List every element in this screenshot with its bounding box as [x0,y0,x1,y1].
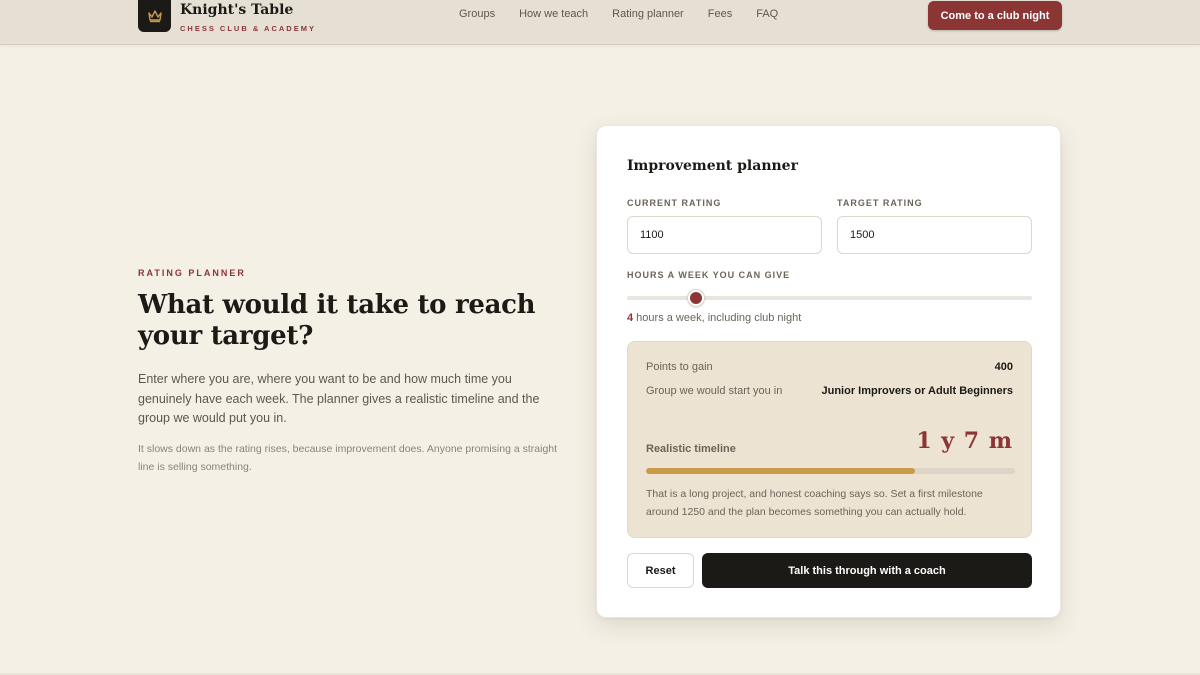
planner-card: Improvement planner CURRENT RATING TARGE… [596,125,1061,618]
reset-button[interactable]: Reset [627,553,694,588]
group-label: Group we would start you in [646,385,783,397]
nav-item-faq[interactable]: FAQ [756,8,778,20]
hours-slider-thumb[interactable] [687,290,704,306]
club-night-button[interactable]: Come to a club night [928,1,1062,30]
group-value: Junior Improvers or Adult Beginners [821,385,1013,397]
crown-icon [147,10,162,23]
timeline-note: That is a long project, and honest coach… [646,488,983,518]
planner-title: Improvement planner [627,158,798,174]
target-rating-label: TARGET RATING [837,198,923,208]
target-rating-input[interactable] [837,216,1032,254]
points-label: Points to gain [646,361,713,373]
nav-item-rating-planner[interactable]: Rating planner [612,8,684,20]
section-eyebrow: RATING PLANNER [138,268,246,278]
timeline-label: Realistic timeline [646,443,736,455]
site-header: Knight's Table CHESS CLUB & ACADEMY Grou… [0,0,1200,45]
brand-name[interactable]: Knight's Table [180,2,293,18]
current-rating-input[interactable] [627,216,822,254]
nav-item-fees[interactable]: Fees [708,8,732,20]
hours-caption: 4 hours a week, including club night [627,312,801,324]
results-panel: Points to gain 400 Group we would start … [627,341,1032,538]
main-nav: Groups How we teach Rating planner Fees … [459,8,802,20]
hero-description: Enter where you are, where you want to b… [138,372,540,425]
talk-to-coach-button[interactable]: Talk this through with a coach [702,553,1032,588]
nav-item-how-we-teach[interactable]: How we teach [519,8,588,20]
brand-subtitle: CHESS CLUB & ACADEMY [180,24,316,33]
page-title: What would it take to reach your target? [138,290,536,351]
points-value: 400 [994,361,1013,373]
current-rating-label: CURRENT RATING [627,198,722,208]
hours-caption-text: hours a week, including club night [633,312,802,324]
logo[interactable] [138,0,171,32]
nav-item-groups[interactable]: Groups [459,8,495,20]
hours-slider[interactable] [627,290,1032,306]
timeline-progress-fill [646,468,916,474]
timeline-progress-bar [646,468,1015,474]
timeline-value: 1 y 7 m [916,428,1013,454]
hero-note: It slows down as the rating rises, becau… [138,443,558,473]
hours-label: HOURS A WEEK YOU CAN GIVE [627,270,791,280]
